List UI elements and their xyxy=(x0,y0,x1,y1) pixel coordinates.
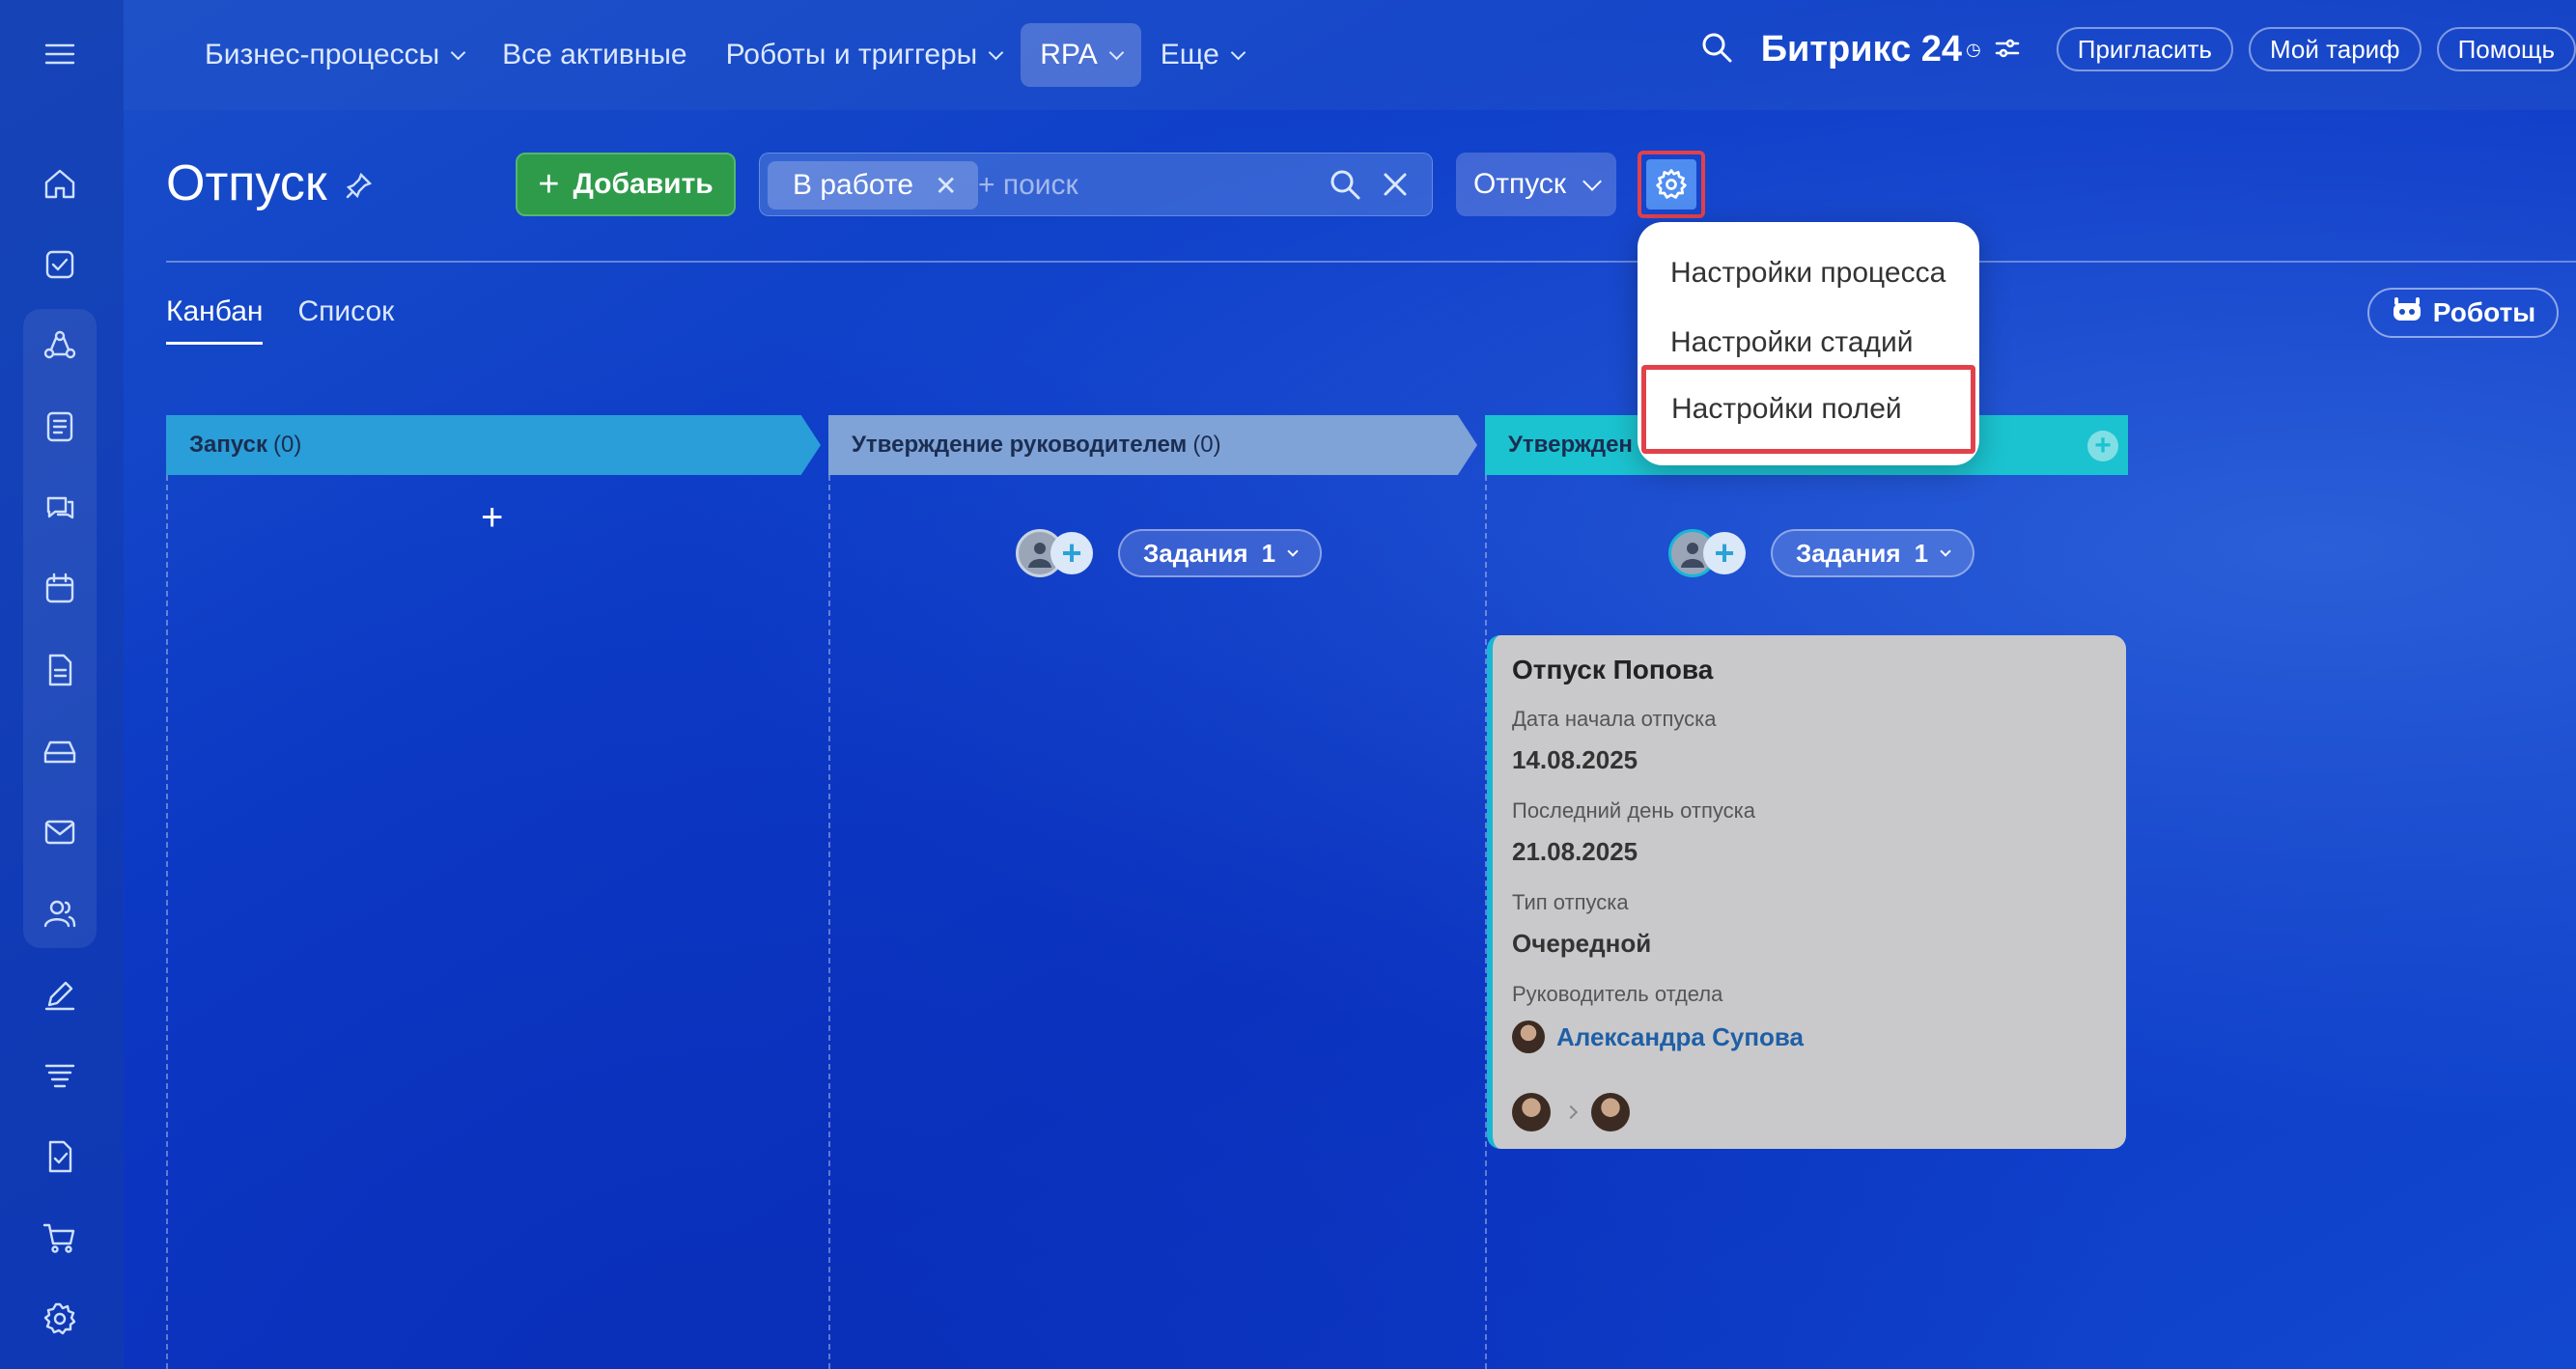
tasks-icon[interactable] xyxy=(37,241,83,288)
employees-icon[interactable] xyxy=(37,890,83,936)
filter-search[interactable]: В работе ✕ + поиск xyxy=(759,153,1433,216)
stage-launch[interactable]: Запуск (0) xyxy=(166,415,821,475)
chevron-down-icon xyxy=(1582,172,1602,191)
tasks-counter[interactable]: Задания 1 xyxy=(1771,529,1975,577)
kanban-card[interactable]: Отпуск Попова Дата начала отпуска 14.08.… xyxy=(1487,635,2126,1149)
brand-logo[interactable]: Битрикс 24 ◷ xyxy=(1761,29,2020,70)
avatar[interactable] xyxy=(1591,1093,1630,1132)
menu-icon[interactable] xyxy=(37,31,83,77)
avatar[interactable] xyxy=(1512,1093,1551,1132)
search-icon[interactable] xyxy=(1699,30,1734,70)
menu-item-process-settings[interactable]: Настройки процесса xyxy=(1670,257,1946,290)
sign-icon[interactable] xyxy=(37,971,83,1018)
tab-list[interactable]: Список xyxy=(297,295,394,345)
tariff-button[interactable]: Мой тариф xyxy=(2248,27,2422,71)
column-border xyxy=(166,475,168,1369)
quick-add-button[interactable]: + xyxy=(481,496,503,540)
robot-icon xyxy=(2391,295,2423,331)
robots-button[interactable]: Роботы xyxy=(2367,288,2559,338)
home-icon[interactable] xyxy=(37,160,83,207)
search-icon[interactable] xyxy=(1328,167,1362,207)
chevron-down-icon xyxy=(1230,44,1246,60)
chevron-down-icon xyxy=(1940,545,1951,557)
settings-button[interactable] xyxy=(1638,151,1705,218)
chat-icon[interactable] xyxy=(37,485,83,531)
gear-icon xyxy=(1646,159,1696,210)
pin-icon[interactable] xyxy=(345,154,374,212)
close-icon[interactable]: ✕ xyxy=(935,170,957,202)
header-divider xyxy=(166,261,2576,263)
column-border xyxy=(828,475,830,1369)
field-value: 21.08.2025 xyxy=(1512,837,1638,866)
card-title[interactable]: Отпуск Попова xyxy=(1512,655,2126,685)
clear-icon[interactable] xyxy=(1378,167,1413,207)
top-nav: Бизнес-процессы Все активные Роботы и тр… xyxy=(185,23,1263,87)
search-input[interactable]: + поиск xyxy=(978,161,1078,210)
field-label: Руководитель отдела xyxy=(1512,982,1723,1006)
drive-icon[interactable] xyxy=(37,728,83,774)
add-stage-icon[interactable]: + xyxy=(2087,431,2118,461)
feed-icon[interactable] xyxy=(37,404,83,450)
responsible-avatars[interactable]: + xyxy=(1016,529,1093,577)
add-button[interactable]: + Добавить xyxy=(516,153,736,216)
calendar-icon[interactable] xyxy=(37,566,83,612)
manager-link[interactable]: Александра Супова xyxy=(1512,1020,2126,1053)
chevron-down-icon xyxy=(1287,545,1299,557)
settings-dropdown: Настройки процесса Настройки стадий Наст… xyxy=(1638,222,1979,465)
chevron-right-icon xyxy=(1563,1104,1579,1120)
chevron-down-icon xyxy=(450,44,466,60)
nav-business-processes[interactable]: Бизнес-процессы xyxy=(185,23,483,87)
settings-icon[interactable] xyxy=(37,1296,83,1342)
approval-flow xyxy=(1512,1093,1630,1132)
filter-tag[interactable]: В работе ✕ xyxy=(768,161,979,210)
task-row: + Задания 1 xyxy=(1668,529,1975,577)
field-label: Тип отпуска xyxy=(1512,890,1629,914)
mail-icon[interactable] xyxy=(37,809,83,855)
nav-all-active[interactable]: Все активные xyxy=(483,23,706,87)
top-right: Битрикс 24 ◷ Пригласить Мой тариф Помощь xyxy=(1699,27,2576,71)
filter-icons xyxy=(1328,167,1413,207)
process-select[interactable]: Отпуск xyxy=(1456,153,1616,216)
tasks-counter[interactable]: Задания 1 xyxy=(1118,529,1323,577)
crm-icon[interactable] xyxy=(37,322,83,369)
invite-button[interactable]: Пригласить xyxy=(2056,27,2233,71)
left-rail xyxy=(0,0,124,1369)
add-user-icon[interactable]: + xyxy=(1703,532,1746,574)
sliders-icon[interactable] xyxy=(1995,29,2020,70)
page-title: Отпуск xyxy=(166,154,374,212)
tab-kanban[interactable]: Канбан xyxy=(166,295,264,345)
nav-more[interactable]: Еще xyxy=(1141,23,1263,87)
sites-icon[interactable] xyxy=(37,1052,83,1099)
field-label: Последний день отпуска xyxy=(1512,798,1755,823)
menu-item-field-settings[interactable]: Настройки полей xyxy=(1641,365,1975,454)
task-row: + Задания 1 xyxy=(1016,529,1323,577)
add-user-icon[interactable]: + xyxy=(1050,532,1093,574)
nav-rpa[interactable]: RPA xyxy=(1021,23,1141,87)
clock-icon: ◷ xyxy=(1966,39,1981,59)
help-button[interactable]: Помощь xyxy=(2436,27,2576,71)
processes-icon[interactable] xyxy=(37,1133,83,1180)
chevron-down-icon xyxy=(1108,44,1124,60)
stage-manager-approval[interactable]: Утверждение руководителем (0) xyxy=(828,415,1477,475)
view-tabs: Канбан Список xyxy=(166,295,394,345)
field-label: Дата начала отпуска xyxy=(1512,707,1717,731)
field-value: 14.08.2025 xyxy=(1512,745,1638,774)
avatar xyxy=(1512,1020,1545,1053)
menu-item-stage-settings[interactable]: Настройки стадий xyxy=(1670,326,1914,359)
nav-robots-triggers[interactable]: Роботы и триггеры xyxy=(707,23,1022,87)
field-value: Очередной xyxy=(1512,929,1652,958)
documents-icon[interactable] xyxy=(37,647,83,693)
chevron-down-icon xyxy=(988,44,1004,60)
shop-icon[interactable] xyxy=(37,1215,83,1261)
top-bar: Бизнес-процессы Все активные Роботы и тр… xyxy=(124,0,2576,110)
responsible-avatars[interactable]: + xyxy=(1668,529,1746,577)
plus-icon: + xyxy=(538,164,560,205)
